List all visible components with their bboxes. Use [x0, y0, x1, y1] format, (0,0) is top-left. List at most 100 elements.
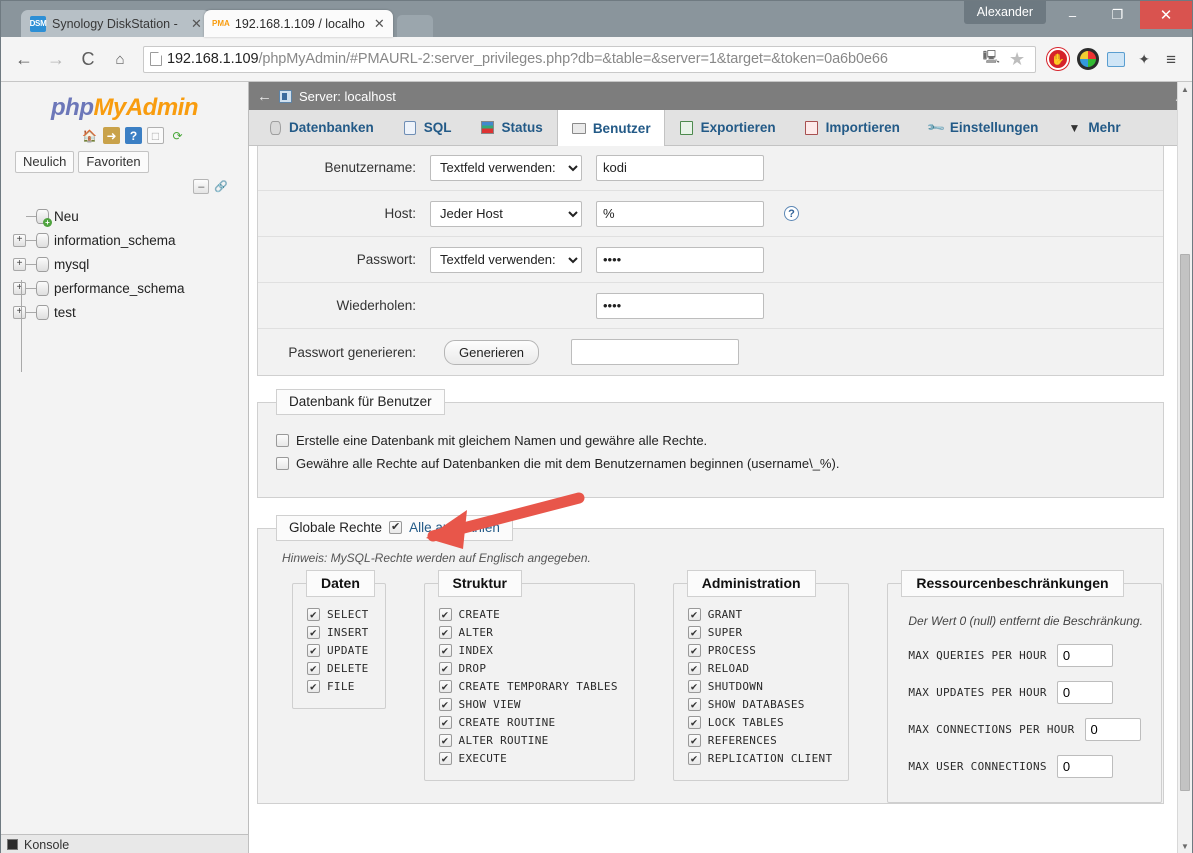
tree-item-neu[interactable]: Neu — [13, 204, 248, 228]
scrollbar-thumb[interactable] — [1180, 254, 1190, 791]
doc-icon[interactable]: □ — [147, 127, 164, 144]
privilege-process[interactable]: PROCESS — [687, 644, 833, 657]
star-icon[interactable]: ★ — [1009, 49, 1025, 70]
forward-button[interactable]: → — [41, 44, 71, 74]
scroll-down-icon[interactable]: ▼ — [1178, 839, 1192, 853]
checkbox[interactable] — [438, 644, 452, 657]
tab-benutzer[interactable]: Benutzer — [556, 110, 665, 146]
address-bar[interactable]: 192.168.1.109/phpMyAdmin/#PMAURL-2:serve… — [143, 45, 1037, 73]
checkbox[interactable] — [307, 662, 320, 675]
username-mode-select[interactable]: Textfeld verwenden: — [430, 154, 582, 181]
checkbox[interactable] — [438, 752, 452, 765]
bug-icon[interactable]: ✦ — [1133, 48, 1155, 70]
tab-exportieren[interactable]: Exportieren — [665, 110, 790, 145]
privilege-shutdown[interactable]: SHUTDOWN — [687, 680, 833, 693]
checkbox[interactable] — [307, 608, 320, 621]
limit-input[interactable] — [1084, 718, 1141, 741]
checkbox[interactable] — [307, 680, 320, 693]
save-password-icon[interactable]: 🖳 — [983, 48, 1000, 70]
limit-input[interactable] — [1056, 644, 1113, 667]
privilege-replication-client[interactable]: REPLICATION CLIENT — [687, 752, 833, 765]
back-button[interactable]: ← — [9, 44, 39, 74]
grant-wildcard-db-option[interactable]: Gewähre alle Rechte auf Datenbanken die … — [276, 456, 1163, 471]
checkbox[interactable] — [687, 716, 701, 729]
expand-icon[interactable]: + — [13, 233, 26, 247]
privilege-alter[interactable]: ALTER — [438, 626, 618, 639]
privilege-drop[interactable]: DROP — [438, 662, 618, 675]
help-icon[interactable]: ? — [784, 206, 799, 221]
home-button[interactable]: ⌂ — [105, 44, 135, 74]
expand-icon[interactable]: + — [13, 257, 26, 271]
tab-status[interactable]: Status — [466, 110, 557, 145]
window-icon[interactable] — [1107, 51, 1126, 67]
select-all-checkbox[interactable] — [389, 521, 403, 534]
privilege-create[interactable]: CREATE — [438, 608, 618, 621]
privilege-lock-tables[interactable]: LOCK TABLES — [687, 716, 833, 729]
expand-icon[interactable]: + — [13, 281, 26, 295]
limit-input[interactable] — [1056, 755, 1113, 778]
checkbox[interactable] — [276, 434, 289, 447]
privilege-reload[interactable]: RELOAD — [687, 662, 833, 675]
checkbox[interactable] — [687, 734, 701, 747]
tree-item-performance-schema[interactable]: + performance_schema — [13, 276, 248, 300]
tab-importieren[interactable]: Importieren — [790, 110, 914, 145]
checkbox[interactable] — [687, 752, 701, 765]
expand-icon[interactable]: + — [13, 305, 26, 319]
privilege-delete[interactable]: DELETE — [307, 662, 369, 675]
checkbox[interactable] — [307, 626, 320, 639]
privilege-insert[interactable]: INSERT — [307, 626, 369, 639]
repeat-password-input[interactable] — [596, 292, 764, 319]
close-window-button[interactable]: ✕ — [1140, 1, 1192, 29]
privilege-grant[interactable]: GRANT — [687, 608, 833, 621]
checkbox[interactable] — [307, 644, 320, 657]
checkbox[interactable] — [687, 608, 701, 621]
privilege-index[interactable]: INDEX — [438, 644, 618, 657]
user-chip[interactable]: Alexander — [963, 1, 1046, 24]
privilege-create-routine[interactable]: CREATE ROUTINE — [438, 716, 618, 729]
minimize-button[interactable]: – — [1050, 1, 1095, 29]
link-with-main-icon[interactable]: 🔗 — [214, 180, 228, 193]
privilege-show-databases[interactable]: SHOW DATABASES — [687, 698, 833, 711]
reload-button[interactable]: C — [73, 44, 103, 74]
privilege-alter-routine[interactable]: ALTER ROUTINE — [438, 734, 618, 747]
tab-mehr[interactable]: ▼ Mehr — [1052, 110, 1134, 145]
create-same-name-db-option[interactable]: Erstelle eine Datenbank mit gleichem Nam… — [276, 433, 1163, 448]
generated-password-input[interactable] — [571, 339, 740, 365]
phpmyadmin-logo[interactable]: phpMyAdmin — [1, 82, 248, 124]
tree-item-information-schema[interactable]: + information_schema — [13, 228, 248, 252]
checkbox[interactable] — [687, 644, 701, 657]
privilege-create-temp-tables[interactable]: CREATE TEMPORARY TABLES — [438, 680, 618, 693]
help-icon[interactable]: ? — [125, 127, 142, 144]
exit-icon[interactable]: ➜ — [103, 127, 120, 144]
tree-item-mysql[interactable]: + mysql — [13, 252, 248, 276]
checkbox[interactable] — [438, 608, 452, 621]
limit-input[interactable] — [1056, 681, 1113, 704]
new-tab-button[interactable] — [396, 15, 433, 37]
host-input[interactable] — [596, 200, 764, 227]
close-icon[interactable]: ✕ — [374, 17, 385, 30]
checkbox[interactable] — [276, 457, 289, 470]
page-info-icon[interactable] — [150, 52, 162, 66]
tree-item-test[interactable]: + test — [13, 300, 248, 324]
host-mode-select[interactable]: Jeder Host — [430, 200, 582, 227]
privilege-show-view[interactable]: SHOW VIEW — [438, 698, 618, 711]
sidebar-tab-favorites[interactable]: Favoriten — [78, 151, 149, 173]
privilege-update[interactable]: UPDATE — [307, 644, 369, 657]
select-all-label[interactable]: Alle auswählen — [409, 520, 500, 535]
checkbox[interactable] — [438, 734, 452, 747]
back-icon[interactable]: ← — [257, 88, 272, 105]
checkbox[interactable] — [687, 680, 701, 693]
adblock-icon[interactable]: ✋ — [1047, 48, 1070, 70]
generate-button[interactable]: Generieren — [444, 339, 540, 365]
console-bar[interactable]: Konsole — [1, 834, 249, 853]
tab-datenbanken[interactable]: Datenbanken — [253, 110, 388, 145]
close-icon[interactable]: ✕ — [191, 17, 202, 30]
tab-einstellungen[interactable]: 🔧 Einstellungen — [914, 110, 1053, 145]
browser-tab-phpmyadmin[interactable]: PMA 192.168.1.109 / localhost | ✕ — [203, 10, 393, 37]
home-icon[interactable]: 🏠 — [81, 127, 98, 144]
browser-tab-synology[interactable]: DSM Synology DiskStation - Di ✕ — [21, 10, 210, 37]
privilege-file[interactable]: FILE — [307, 680, 369, 693]
privilege-references[interactable]: REFERENCES — [687, 734, 833, 747]
checkbox[interactable] — [687, 626, 701, 639]
color-circle-icon[interactable] — [1077, 48, 1100, 70]
